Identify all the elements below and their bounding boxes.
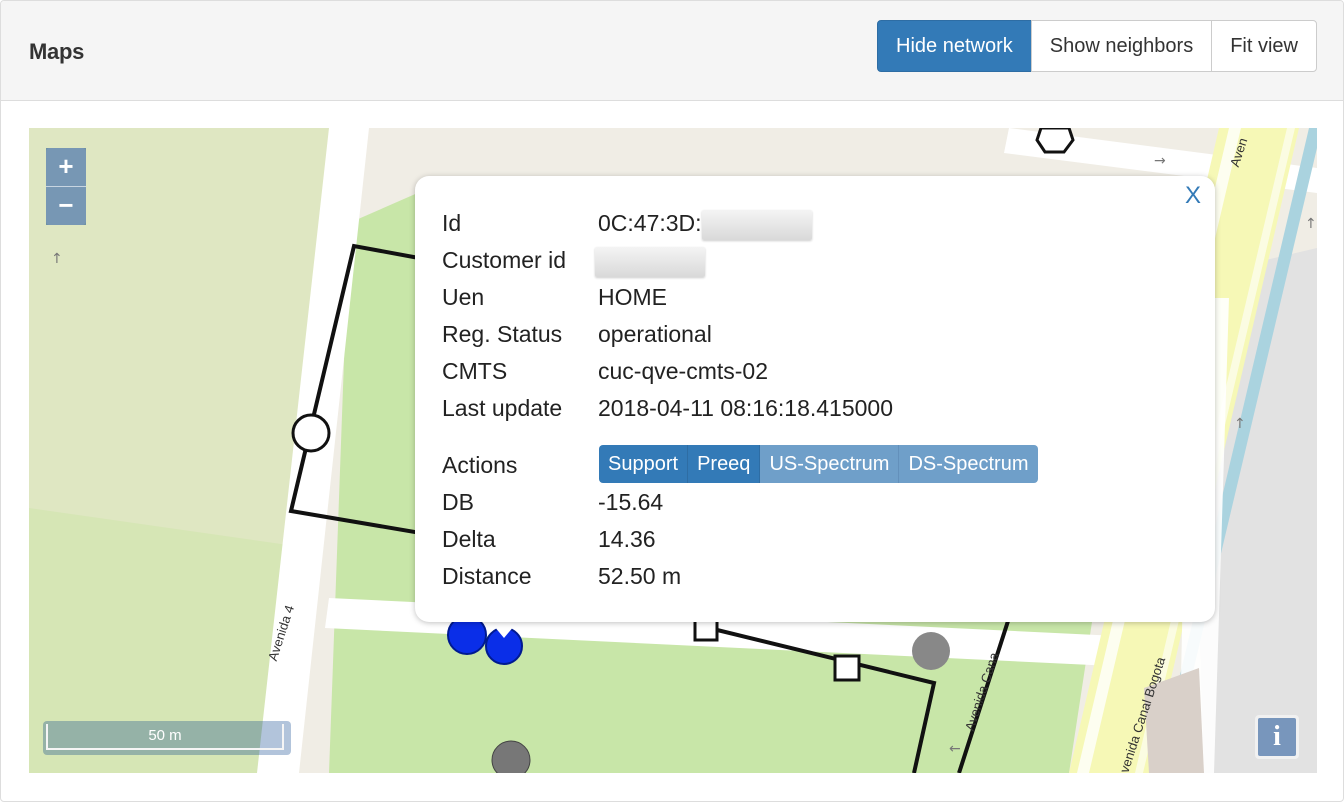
field-value-reg-status: operational	[598, 321, 712, 347]
field-label-delta: Delta	[442, 526, 496, 552]
zoom-out-button[interactable]: −	[46, 186, 86, 225]
support-button[interactable]: Support	[599, 445, 689, 483]
field-value-cmts: cuc-qve-cmts-02	[598, 358, 768, 384]
zoom-in-button[interactable]: +	[46, 148, 86, 186]
field-label-db: DB	[442, 489, 474, 515]
field-label-uen: Uen	[442, 284, 485, 310]
field-value-customer-id	[595, 245, 705, 277]
map-toolbar: Hide network Show neighbors Fit view	[877, 20, 1317, 72]
popup-close-button[interactable]: X	[1185, 182, 1201, 210]
us-spectrum-button[interactable]: US-Spectrum	[760, 445, 900, 483]
svg-text:↑: ↑	[1305, 216, 1317, 232]
scale-label: 50 m	[46, 724, 284, 750]
field-label-last-update: Last update	[442, 395, 563, 421]
field-label-cmts: CMTS	[442, 358, 508, 384]
scale-line: 50 m	[43, 721, 291, 755]
attribution-info-button[interactable]: i	[1255, 715, 1299, 759]
field-label-customer-id: Customer id	[442, 247, 566, 273]
svg-text:↑: ↑	[51, 251, 63, 267]
field-value-delta: 14.36	[598, 526, 656, 552]
show-neighbors-button[interactable]: Show neighbors	[1030, 20, 1213, 72]
field-value-db: -15.64	[598, 489, 664, 515]
actions-button-group: Support Preeq US-Spectrum DS-Spectrum	[599, 445, 1038, 483]
field-label-reg-status: Reg. Status	[442, 321, 563, 347]
ds-spectrum-button[interactable]: DS-Spectrum	[899, 445, 1038, 483]
field-label-distance: Distance	[442, 563, 532, 589]
hide-network-button[interactable]: Hide network	[877, 20, 1032, 72]
field-label-actions: Actions	[442, 452, 518, 478]
id-value-text: 0C:47:3D:	[598, 210, 702, 236]
field-value-distance: 52.50 m	[598, 563, 682, 589]
field-value-uen: HOME	[598, 284, 667, 310]
info-icon: i	[1258, 718, 1296, 756]
redacted-block	[701, 209, 812, 240]
popup-pointer	[489, 620, 519, 638]
fit-view-button[interactable]: Fit view	[1211, 20, 1317, 72]
field-value-last-update: 2018-04-11 08:16:18.415000	[598, 395, 894, 421]
preeq-button[interactable]: Preeq	[688, 445, 761, 483]
page-title: Maps	[29, 39, 85, 64]
svg-text:→: →	[1154, 153, 1166, 169]
device-popup: X Id 0C:47:3D: Customer id Uen HOME Reg.…	[415, 176, 1215, 622]
svg-text:↑: ↑	[1234, 416, 1246, 432]
map-canvas[interactable]: ↑ → ↑ ↑ ← Avenida 4 Avenida Cana Avenida…	[29, 128, 1317, 773]
redacted-block	[595, 246, 705, 277]
panel-heading: Maps Hide network Show neighbors Fit vie…	[1, 1, 1343, 101]
field-label-id: Id	[442, 210, 462, 236]
maps-panel: Maps Hide network Show neighbors Fit vie…	[0, 0, 1344, 802]
zoom-control: + −	[46, 148, 86, 225]
field-value-id: 0C:47:3D:	[598, 208, 812, 240]
svg-text:←: ←	[949, 741, 961, 757]
